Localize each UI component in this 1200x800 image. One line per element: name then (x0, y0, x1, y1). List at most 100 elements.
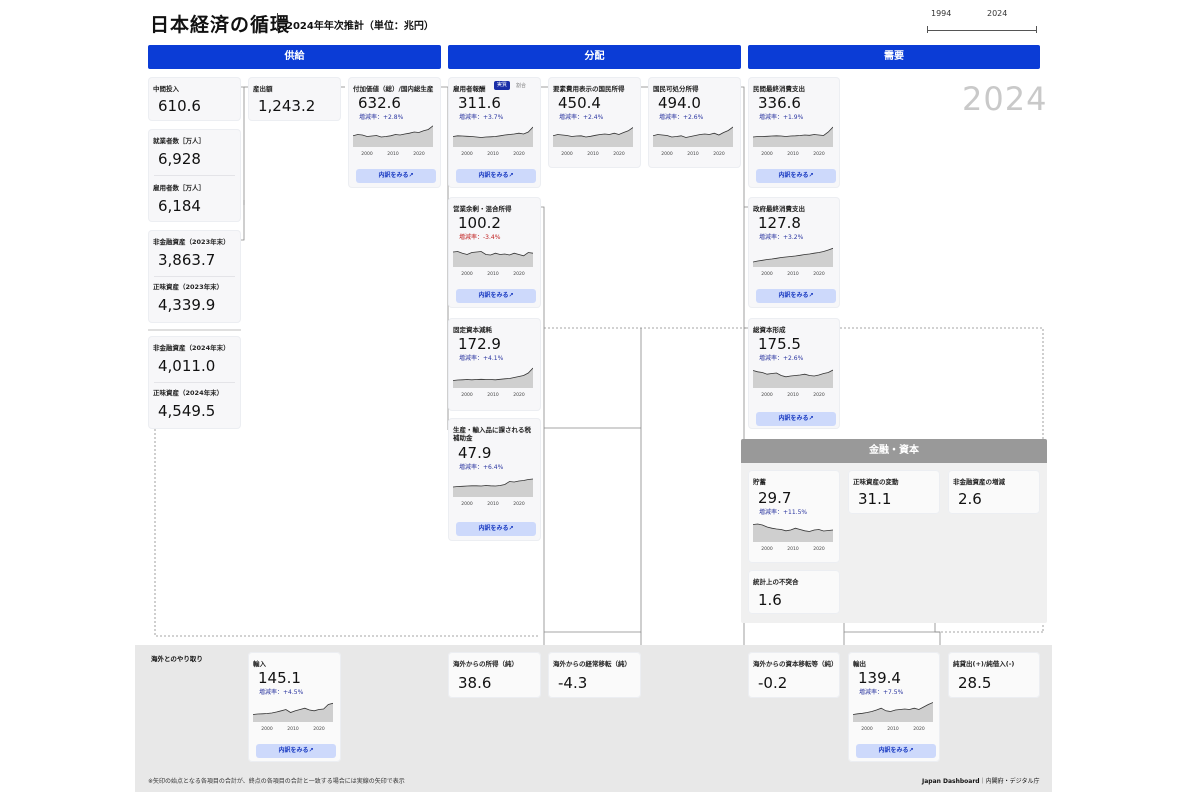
card-value: 28.5 (958, 674, 992, 692)
selected-year-display: 2024 (962, 80, 1048, 118)
sparkline-year-label: 2020 (513, 151, 525, 156)
growth-rate: 増減率：+2.6% (759, 355, 804, 362)
sparkline-year-label: 2020 (813, 271, 825, 276)
breakdown-button[interactable]: 内訳をみる↗ (756, 169, 836, 183)
sparkline-area (753, 370, 833, 388)
sparkline-chart: 2000 2010 2020 (353, 125, 433, 156)
card-value: 4,339.9 (158, 296, 216, 314)
card-label: 海外からの経常移転（純） (553, 660, 631, 668)
card-employment: 就業者数［万人］ 6,928 雇用者数［万人］ 6,184 (148, 129, 241, 222)
sparkline-area (553, 127, 633, 147)
credit-org: ｜内閣府・デジタル庁 (979, 778, 1040, 785)
card-label: 国民可処分所得 (653, 85, 699, 93)
card-gva: 付加価値（総）/国内総生産 632.6 増減率：+2.8% 2000 2010 20… (348, 77, 441, 188)
year-range-slider[interactable]: 1994 2024 (927, 4, 1037, 34)
range-track[interactable] (927, 30, 1037, 31)
sparkline-year-label: 2010 (787, 271, 799, 276)
card-networth-change: 正味資産の変動 31.1 (848, 470, 940, 514)
card-imports: 輸入 145.1 増減率：+4.5% 2000 2010 2020 内訳をみる↗ (248, 652, 341, 762)
sparkline-year-label: 2010 (387, 151, 399, 156)
card-value: 450.4 (558, 94, 601, 112)
range-end-label: 2024 (987, 9, 1008, 18)
sparkline-area (253, 703, 333, 722)
card-label: 固定資本減耗 (453, 326, 492, 334)
sparkline-area (453, 479, 533, 497)
breakdown-button[interactable]: 内訳をみる↗ (456, 522, 536, 536)
sparkline-year-label: 2000 (261, 726, 273, 731)
breakdown-button[interactable]: 内訳をみる↗ (356, 169, 436, 183)
sparkline-chart: 2000 2010 2020 (453, 126, 533, 156)
card-private-consumption: 民間最終消費支出 336.6 増減率：+1.9% 2000 2010 2020 内訳… (748, 77, 840, 188)
sparkline-year-label: 2000 (361, 151, 373, 156)
sparkline-year-label: 2010 (787, 151, 799, 156)
sparkline-year-label: 2000 (761, 271, 773, 276)
toggle-share[interactable]: 割合 (516, 82, 526, 89)
sparkline-area (753, 127, 833, 147)
page-subtitle: 2024年年次推計（単位：兆円） (286, 21, 434, 32)
sparkline-area (753, 524, 833, 542)
sparkline-line (753, 126, 833, 138)
sparkline-year-label: 2000 (461, 151, 473, 156)
card-value: 1,243.2 (258, 97, 316, 115)
sparkline-chart: 2000 2010 2020 (453, 478, 533, 506)
card-divider (154, 175, 235, 176)
sparkline-year-label: 2000 (761, 392, 773, 397)
card-label: 純貸出(+)/純借入(-) (953, 660, 1015, 668)
growth-rate: 増減率：+3.2% (759, 234, 804, 241)
sparkline-area (653, 127, 733, 147)
card-factor-income: 要素費用表示の国民所得 450.4 増減率：+2.4% 2000 2010 2020 (548, 77, 641, 168)
card-production-taxes: 生産・輸入品に課される税 補助金 47.9 増減率：+6.4% 2000 2010… (448, 418, 541, 541)
sparkline-chart: 2000 2010 2020 (653, 126, 733, 156)
card-output: 産出額 1,243.2 (248, 77, 341, 121)
sparkline-year-label: 2020 (513, 501, 525, 506)
card-label: 雇用者数［万人］ (153, 184, 205, 192)
card-disposable-income: 国民可処分所得 494.0 増減率：+2.6% 2000 2010 2020 (648, 77, 741, 168)
breakdown-button[interactable]: 内訳をみる↗ (256, 744, 336, 758)
card-value: 1.6 (758, 591, 782, 609)
card-value: 336.6 (758, 94, 801, 112)
card-income-from-abroad: 海外からの所得（純） 38.6 (448, 652, 541, 698)
card-label: 輸出 (853, 660, 866, 668)
sparkline-year-label: 2020 (913, 726, 925, 731)
sparkline-area (453, 368, 533, 388)
sparkline-year-label: 2000 (761, 151, 773, 156)
card-value: 610.6 (158, 97, 201, 115)
sparkline-chart: 2000 2010 2020 (453, 367, 533, 397)
section-header-supply: 供給 (148, 45, 441, 69)
sparkline-year-label: 2000 (461, 392, 473, 397)
card-value: 100.2 (458, 214, 501, 232)
breakdown-button[interactable]: 内訳をみる↗ (856, 744, 936, 758)
card-value: 6,928 (158, 150, 201, 168)
card-discrepancy: 統計上の不突合 1.6 (748, 570, 840, 614)
sparkline-year-label: 2020 (413, 151, 425, 156)
card-operating-surplus: 営業余剰・混合所得 100.2 増減率：-3.4% 2000 2010 2020 内… (448, 197, 541, 308)
sparkline-area (353, 125, 433, 147)
range-start-label: 1994 (931, 9, 952, 18)
sparkline-chart: 2000 2010 2020 (453, 251, 533, 276)
card-value: 47.9 (458, 444, 492, 462)
range-handle-end[interactable] (1036, 26, 1037, 33)
sparkline-chart: 2000 2010 2020 (753, 247, 833, 276)
sparkline-year-label: 2020 (713, 151, 725, 156)
breakdown-button[interactable]: 内訳をみる↗ (456, 289, 536, 303)
growth-rate: 増減率：+11.5% (759, 509, 808, 516)
growth-rate: 増減率：+2.6% (659, 114, 704, 121)
card-label: 付加価値（総）/国内総生産 (353, 85, 434, 93)
breakdown-button[interactable]: 内訳をみる↗ (756, 289, 836, 303)
card-value: -4.3 (558, 674, 588, 692)
card-label: 政府最終消費支出 (753, 205, 805, 213)
breakdown-button[interactable]: 内訳をみる↗ (456, 169, 536, 183)
growth-rate: 増減率：+3.7% (459, 114, 504, 121)
sparkline-year-label: 2020 (513, 271, 525, 276)
card-label: 正味資産の変動 (853, 478, 899, 486)
card-current-transfers: 海外からの経常移転（純） -4.3 (548, 652, 641, 698)
breakdown-button[interactable]: 内訳をみる↗ (756, 412, 836, 426)
sparkline-chart: 2000 2010 2020 (853, 702, 933, 731)
toggle-real[interactable]: 実質 (494, 81, 511, 90)
sparkline-year-label: 2010 (787, 546, 799, 551)
card-exports: 輸出 139.4 増減率：+7.5% 2000 2010 2020 内訳をみる↗ (848, 652, 940, 762)
sparkline-year-label: 2000 (861, 726, 873, 731)
range-handle-start[interactable] (927, 26, 928, 33)
sparkline-year-label: 2020 (313, 726, 325, 731)
card-label: 輸入 (253, 660, 266, 668)
